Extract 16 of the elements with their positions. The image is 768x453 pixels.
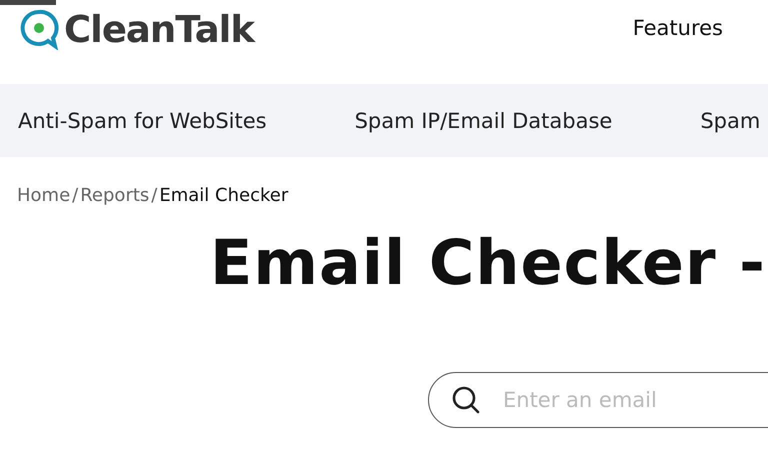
speech-bubble-icon [18, 8, 60, 50]
nav-link[interactable]: Spam [700, 108, 760, 132]
email-input[interactable]: Enter an email [501, 387, 768, 413]
search-bar[interactable]: Enter an email [428, 372, 768, 428]
nav-link[interactable]: Anti-Spam for WebSites [18, 108, 267, 132]
breadcrumb-link[interactable]: Reports [80, 185, 150, 206]
breadcrumb-separator: / [151, 185, 158, 206]
menu-link[interactable]: Features [632, 16, 723, 40]
breadcrumb-separator: / [72, 185, 78, 206]
top-edge-bar [0, 0, 56, 5]
breadcrumb-link[interactable]: Home [17, 185, 70, 206]
logo-text[interactable]: CleanTalk [64, 8, 254, 50]
search-icon [451, 385, 481, 415]
breadcrumb-link[interactable]: Email Checker [159, 185, 288, 206]
page-title: Email Checker - [210, 226, 767, 299]
nav-link[interactable]: Spam IP/Email Database [354, 108, 612, 132]
